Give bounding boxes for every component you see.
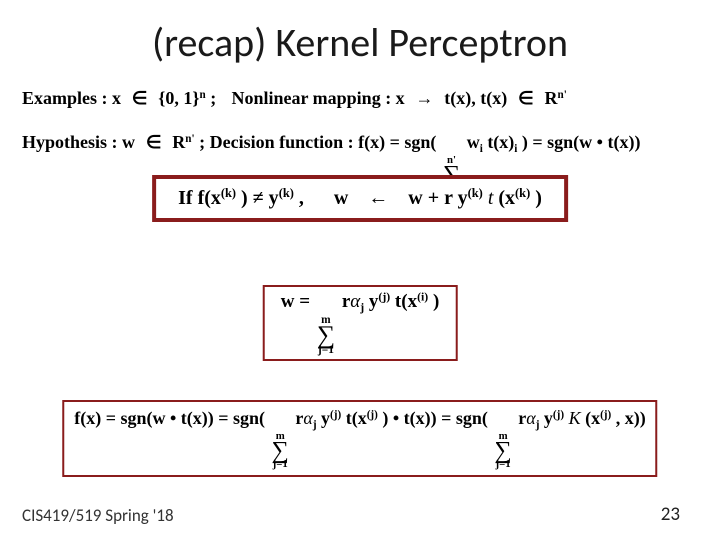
sigma-icon: m ∑ j=1: [494, 432, 511, 469]
text: w =: [281, 291, 315, 312]
text: ): [433, 291, 439, 312]
sub: j: [360, 301, 364, 314]
text: ;: [210, 88, 221, 108]
text: ;: [199, 132, 210, 152]
text: (x: [498, 187, 515, 209]
sum-lower: j=1: [494, 460, 511, 469]
alpha: α: [303, 408, 312, 428]
slide-number: 23: [661, 503, 680, 526]
text: w: [334, 187, 348, 209]
text: t(x: [395, 291, 417, 312]
sup: (i): [417, 291, 428, 304]
sup: (j): [553, 409, 564, 421]
text: ): [535, 187, 542, 209]
text: Decision function : f(x): [210, 132, 385, 152]
text: y: [369, 291, 379, 312]
sub: j: [313, 419, 317, 431]
text: {0, 1}: [158, 88, 199, 108]
sigma-icon: m ∑ j=1: [317, 316, 335, 355]
sup: (k): [515, 186, 530, 200]
sup: (j): [378, 291, 390, 304]
slide: (recap) Kernel Perceptron Examples : x ∈…: [0, 0, 720, 540]
examples-line: Examples : x ∈ {0, 1}n ; Nonlinear mappi…: [22, 88, 567, 109]
text: w: [467, 132, 480, 152]
footer-course: CIS419/519 Spring '18: [22, 505, 174, 526]
update-rule-box: If f(x(k) ) ≠ y(k) , w ← w + r y(k) t (x…: [152, 175, 568, 222]
sup: (j): [367, 409, 378, 421]
text: , x)): [616, 408, 646, 428]
text: (x: [585, 408, 600, 428]
text: Hypothesis : w: [22, 132, 135, 152]
text: ): [382, 408, 388, 428]
text: t: [488, 187, 494, 209]
text: ,: [299, 187, 304, 209]
kernel-function-box: f(x) = sgn(w • t(x)) = sgn( m ∑ j=1 rαj …: [62, 400, 657, 477]
sigma-icon: m ∑ j=1: [272, 432, 289, 469]
text: R: [172, 132, 185, 152]
sup: (j): [330, 409, 341, 421]
sum-lower: j=1: [317, 346, 335, 355]
text: • t(x)) = sgn(: [393, 408, 488, 428]
text: If f(x: [178, 187, 221, 209]
text: t(x): [487, 132, 514, 152]
sup: (j): [600, 409, 611, 421]
slide-title: (recap) Kernel Perceptron: [0, 0, 720, 67]
text: r: [518, 408, 526, 428]
sub: j: [536, 419, 540, 431]
sup: n: [199, 89, 205, 101]
text: w + r y: [408, 187, 467, 209]
text: R: [545, 88, 558, 108]
alpha: α: [350, 291, 360, 312]
sup: (k): [468, 186, 483, 200]
sup: (k): [279, 186, 294, 200]
text: Nonlinear mapping : x: [231, 88, 404, 108]
text: Examples : x: [22, 88, 121, 108]
text: t(x: [346, 408, 367, 428]
kernel-K: K: [569, 408, 581, 428]
text: ) = sgn(w • t(x)): [522, 132, 641, 152]
arrow-icon: ←: [363, 187, 393, 209]
text: r: [342, 291, 350, 312]
text: r: [295, 408, 303, 428]
sup: n': [558, 89, 567, 101]
sup: n': [185, 133, 194, 145]
sum-lower: j=1: [272, 460, 289, 469]
text: t(x), t(x): [444, 88, 507, 108]
text: ) ≠ y: [241, 187, 279, 209]
text: f(x) = sgn(w • t(x)) = sgn(: [74, 408, 265, 428]
text: y: [544, 408, 553, 428]
text: = sgn(: [390, 132, 437, 152]
w-definition-box: w = m ∑ j=1 rαj y(j) t(x(i) ): [263, 285, 458, 361]
sup: (k): [221, 186, 236, 200]
text: y: [321, 408, 330, 428]
